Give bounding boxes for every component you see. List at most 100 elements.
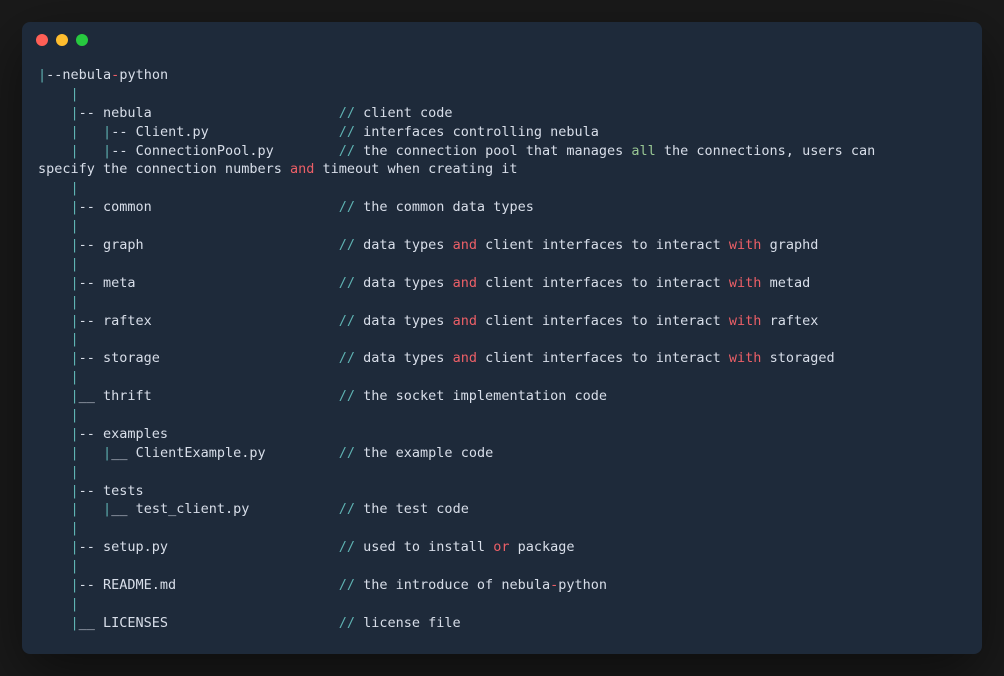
code-segment [38, 426, 71, 442]
code-segment: with [729, 237, 762, 253]
code-segment [79, 124, 103, 140]
code-line: | |__ test_client.py // the test code [38, 500, 966, 519]
code-segment: client code [355, 105, 453, 121]
code-segment: // [339, 105, 355, 121]
code-segment: data types [355, 350, 453, 366]
code-segment: data types [355, 313, 453, 329]
code-segment [38, 596, 71, 612]
code-segment [79, 143, 103, 159]
code-segment: with [729, 275, 762, 291]
code-segment [38, 539, 71, 555]
code-segment: | [71, 407, 79, 423]
code-segment: -- setup.py [79, 539, 339, 555]
code-segment [79, 501, 103, 517]
code-segment: __ ClientExample.py [111, 445, 339, 461]
code-segment: storaged [761, 350, 834, 366]
code-segment: | [103, 143, 111, 159]
code-segment: the socket implementation code [355, 388, 607, 404]
code-segment: | [71, 331, 79, 347]
code-segment: // [339, 237, 355, 253]
code-line: specify the connection numbers and timeo… [38, 160, 966, 179]
code-segment [38, 313, 71, 329]
code-segment: interfaces controlling nebula [355, 124, 599, 140]
code-line: | [38, 368, 966, 387]
maximize-icon[interactable] [76, 34, 88, 46]
code-line: | |-- Client.py // interfaces controllin… [38, 123, 966, 142]
code-segment: | [71, 483, 79, 499]
code-line: |-- nebula // client code [38, 104, 966, 123]
terminal-content: |--nebula-python | |-- nebula // client … [22, 58, 982, 649]
code-segment [38, 275, 71, 291]
code-segment [38, 577, 71, 593]
code-segment: | [71, 369, 79, 385]
code-segment: | [71, 445, 79, 461]
code-line: |-- meta // data types and client interf… [38, 274, 966, 293]
code-segment: specify the connection numbers [38, 161, 290, 177]
code-segment: | [71, 86, 79, 102]
code-segment [38, 199, 71, 215]
code-segment: // [339, 501, 355, 517]
code-segment: | [71, 313, 79, 329]
code-segment: // [339, 615, 355, 631]
code-segment [38, 483, 71, 499]
code-segment: timeout when creating it [314, 161, 517, 177]
code-segment: --nebula [46, 67, 111, 83]
code-segment: -- ConnectionPool.py [111, 143, 339, 159]
code-line: | [38, 557, 966, 576]
code-segment: | [71, 558, 79, 574]
code-segment: | [38, 67, 46, 83]
code-segment: __ thrift [79, 388, 339, 404]
code-segment: the introduce of nebula [355, 577, 550, 593]
code-segment: raftex [761, 313, 818, 329]
code-segment: -- examples [79, 426, 168, 442]
close-icon[interactable] [36, 34, 48, 46]
code-segment: and [453, 275, 477, 291]
code-segment: | [71, 615, 79, 631]
code-line: | [38, 330, 966, 349]
code-segment: the common data types [355, 199, 534, 215]
code-segment: | [71, 520, 79, 536]
code-line: |-- examples [38, 425, 966, 444]
code-line: | [38, 255, 966, 274]
terminal-window: |--nebula-python | |-- nebula // client … [22, 22, 982, 654]
code-segment: | [71, 275, 79, 291]
code-segment: python [119, 67, 168, 83]
code-segment: graphd [761, 237, 818, 253]
code-segment: metad [761, 275, 810, 291]
code-segment: -- raftex [79, 313, 339, 329]
code-segment [38, 180, 71, 196]
code-segment: // [339, 388, 355, 404]
code-line: | |__ ClientExample.py // the example co… [38, 444, 966, 463]
code-segment [38, 350, 71, 366]
code-segment [38, 105, 71, 121]
code-segment: the connections, users can [656, 143, 884, 159]
code-segment: client interfaces to interact [477, 350, 729, 366]
code-segment: with [729, 313, 762, 329]
code-segment: | [71, 218, 79, 234]
code-segment: the connection pool that manages [355, 143, 631, 159]
code-segment: | [71, 237, 79, 253]
code-segment [38, 218, 71, 234]
code-segment: the example code [355, 445, 493, 461]
code-line: |-- common // the common data types [38, 198, 966, 217]
code-segment [38, 237, 71, 253]
code-segment: | [103, 445, 111, 461]
code-segment [38, 143, 71, 159]
minimize-icon[interactable] [56, 34, 68, 46]
code-segment: // [339, 350, 355, 366]
code-segment: | [103, 124, 111, 140]
code-segment: | [71, 199, 79, 215]
code-segment: | [71, 124, 79, 140]
code-line: |--nebula-python [38, 66, 966, 85]
code-segment: | [71, 464, 79, 480]
code-segment: package [509, 539, 574, 555]
code-line: |__ thrift // the socket implementation … [38, 387, 966, 406]
code-segment: // [339, 445, 355, 461]
code-segment: python [558, 577, 607, 593]
code-segment: -- tests [79, 483, 144, 499]
code-segment: data types [355, 275, 453, 291]
code-segment [38, 445, 71, 461]
code-line: |-- graph // data types and client inter… [38, 236, 966, 255]
code-segment: // [339, 143, 355, 159]
code-segment [38, 615, 71, 631]
